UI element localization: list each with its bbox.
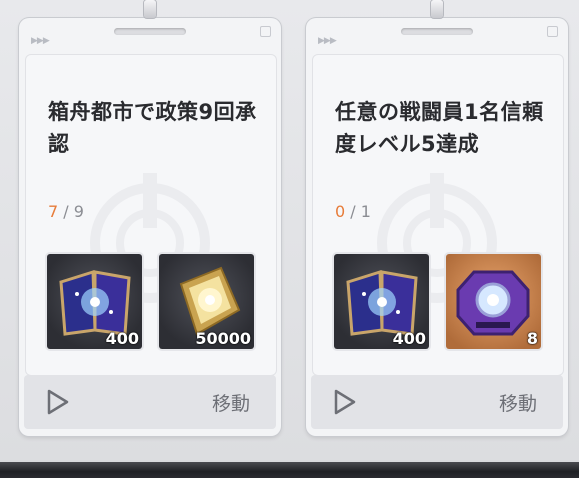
badge-slot: [114, 28, 186, 35]
mission-title: 箱舟都市で政策9回承認: [48, 100, 257, 156]
bottom-panel-edge: [0, 462, 579, 478]
arrows-decoration: ▶▶▶: [318, 36, 337, 46]
corner-decoration: [260, 26, 271, 37]
go-button[interactable]: 移動: [24, 375, 276, 429]
mission-progress: 7 / 9: [48, 202, 84, 221]
go-button-label: 移動: [498, 393, 537, 415]
badge-slot: [401, 28, 473, 35]
reward-item-2[interactable]: 50000: [159, 254, 254, 349]
play-icon: [47, 389, 69, 415]
mission-progress: 0 / 1: [335, 202, 371, 221]
reward-quantity: 8: [526, 329, 538, 348]
progress-separator: /: [58, 202, 74, 221]
card-clip: [144, 0, 156, 18]
progress-current: 7: [48, 202, 59, 221]
play-icon: [334, 389, 356, 415]
reward-item-1[interactable]: 400: [47, 254, 142, 349]
progress-current: 0: [335, 202, 346, 221]
reward-quantity: 400: [105, 329, 139, 348]
reward-quantity: 400: [392, 329, 426, 348]
progress-total: 1: [360, 202, 371, 221]
card-clip: [431, 0, 443, 18]
progress-separator: /: [345, 202, 361, 221]
reward-item-2[interactable]: 8: [446, 254, 541, 349]
corner-decoration: [547, 26, 558, 37]
reward-item-1[interactable]: 400: [334, 254, 429, 349]
go-button[interactable]: 移動: [311, 375, 563, 429]
mission-title: 任意の戦闘員1名信頼度レベル5達成: [335, 100, 544, 156]
progress-total: 9: [73, 202, 84, 221]
go-button-label: 移動: [211, 393, 250, 415]
reward-quantity: 50000: [195, 329, 251, 348]
mission-card-2: ▶▶▶ 任意の戦闘員1名信頼度レベル5達成 0 / 1 400 8 移動: [306, 18, 568, 436]
arrows-decoration: ▶▶▶: [31, 36, 50, 46]
mission-card-1: ▶▶▶ 箱舟都市で政策9回承認 7 / 9 400 50000 移動: [19, 18, 281, 436]
